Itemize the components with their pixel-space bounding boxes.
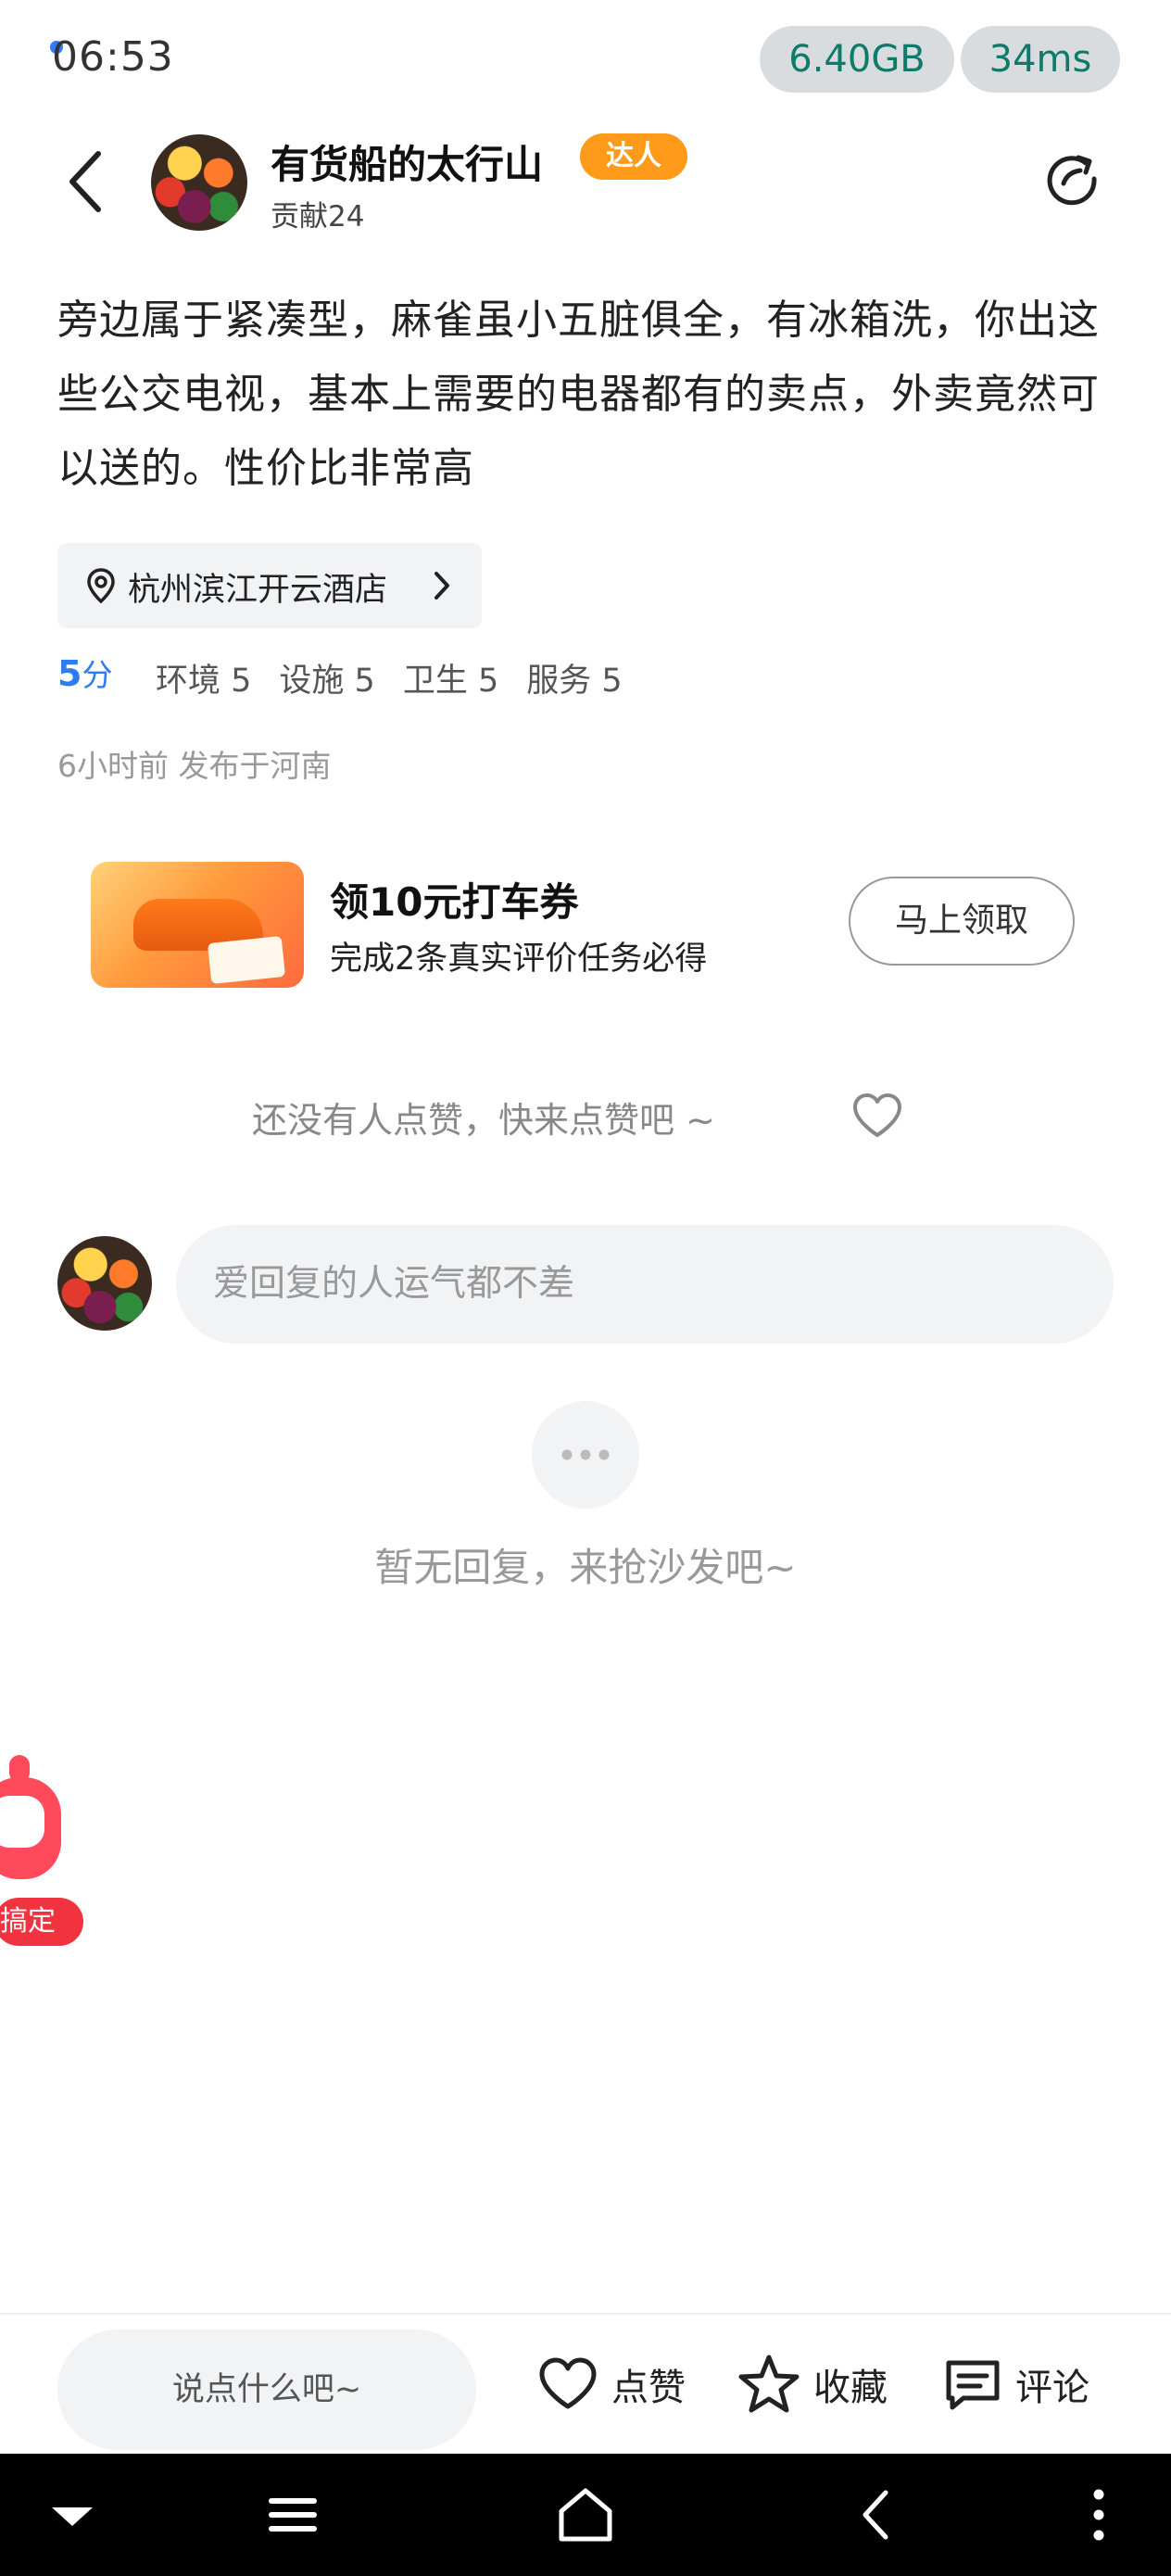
rating-facilities: 设施 5 [279, 663, 375, 700]
share-icon [1047, 155, 1097, 206]
location-chip[interactable]: 杭州滨江开云酒店 [57, 543, 482, 628]
more-vertical-icon[interactable] [1065, 2481, 1132, 2548]
like-button[interactable]: 点赞 [537, 2352, 686, 2417]
bottom-action-bar: 说点什么吧~ 点赞 收藏 评论 [0, 2313, 1171, 2454]
mascot-face [0, 1796, 44, 1848]
status-time: 06:53 [52, 33, 174, 81]
empty-state-icon [532, 1401, 639, 1509]
heart-icon [853, 1093, 901, 1137]
promo-banner[interactable]: 领10元打车券 完成2条真实评价任务必得 马上领取 [91, 858, 1082, 988]
favorite-label: 收藏 [813, 2367, 888, 2409]
rating-environment: 环境 5 [156, 663, 252, 700]
home-icon[interactable] [552, 2481, 619, 2548]
memory-pill: 6.40GB [760, 26, 954, 93]
comment-icon [946, 2360, 1000, 2410]
collapse-down-icon[interactable] [39, 2481, 106, 2548]
system-nav-bar [0, 2454, 1171, 2576]
back-nav-icon[interactable] [843, 2481, 910, 2548]
overall-score: 5分 [57, 650, 112, 695]
rating-service: 服务 5 [526, 663, 623, 700]
score-value: 5 [57, 653, 82, 694]
my-avatar [57, 1236, 152, 1331]
claim-button[interactable]: 马上领取 [849, 877, 1075, 966]
chevron-left-icon [69, 151, 101, 212]
star-icon [738, 2355, 800, 2413]
chevron-right-icon [434, 572, 449, 600]
location-pin-icon [87, 568, 115, 604]
more-dots-icon [561, 1449, 610, 1460]
reply-input[interactable]: 爱回复的人运气都不差 [176, 1225, 1114, 1344]
empty-state-text: 暂无回复，来抢沙发吧~ [374, 1545, 797, 1590]
floating-mascot[interactable]: 搞定 [0, 1749, 93, 1953]
review-text: 旁边属于紧凑型，麻雀虽小五脏俱全，有冰箱洗，你出这些公交电视，基本上需要的电器都… [57, 297, 1100, 492]
menu-icon[interactable] [259, 2481, 326, 2548]
promo-image [91, 862, 304, 988]
promo-title: 领10元打车券 [330, 879, 579, 925]
location-name: 杭州滨江开云酒店 [128, 572, 388, 609]
mascot-label: 搞定 [0, 1898, 83, 1946]
favorite-button[interactable]: 收藏 [737, 2352, 888, 2417]
coupon-card-illustration [207, 935, 286, 985]
like-heart-button[interactable] [850, 1092, 904, 1140]
share-button[interactable] [1043, 150, 1101, 208]
likes-prompt: 还没有人点赞，快来点赞吧 ~ [252, 1100, 715, 1141]
status-bar: 06:53 6.40GB 34ms [0, 0, 1171, 120]
post-meta: 6小时前 发布于河南 [57, 748, 332, 784]
rating-hygiene: 卫生 5 [402, 663, 499, 700]
heart-icon [539, 2357, 597, 2409]
latency-pill: 34ms [961, 26, 1120, 93]
like-label: 点赞 [611, 2367, 686, 2409]
promo-subtitle: 完成2条真实评价任务必得 [330, 941, 708, 978]
user-avatar[interactable] [151, 134, 247, 231]
expert-badge: 达人 [580, 133, 687, 180]
comment-label: 评论 [1015, 2367, 1089, 2409]
comment-button[interactable]: 评论 [943, 2352, 1089, 2417]
contribution-count: 贡献24 [271, 200, 365, 234]
comment-input[interactable]: 说点什么吧~ [57, 2330, 476, 2450]
back-button[interactable] [61, 146, 113, 217]
user-name[interactable]: 有货船的太行山 [271, 133, 543, 190]
rating-breakdown: 环境 5 设施 5 卫生 5 服务 5 [156, 654, 623, 701]
score-unit: 分 [82, 657, 113, 693]
